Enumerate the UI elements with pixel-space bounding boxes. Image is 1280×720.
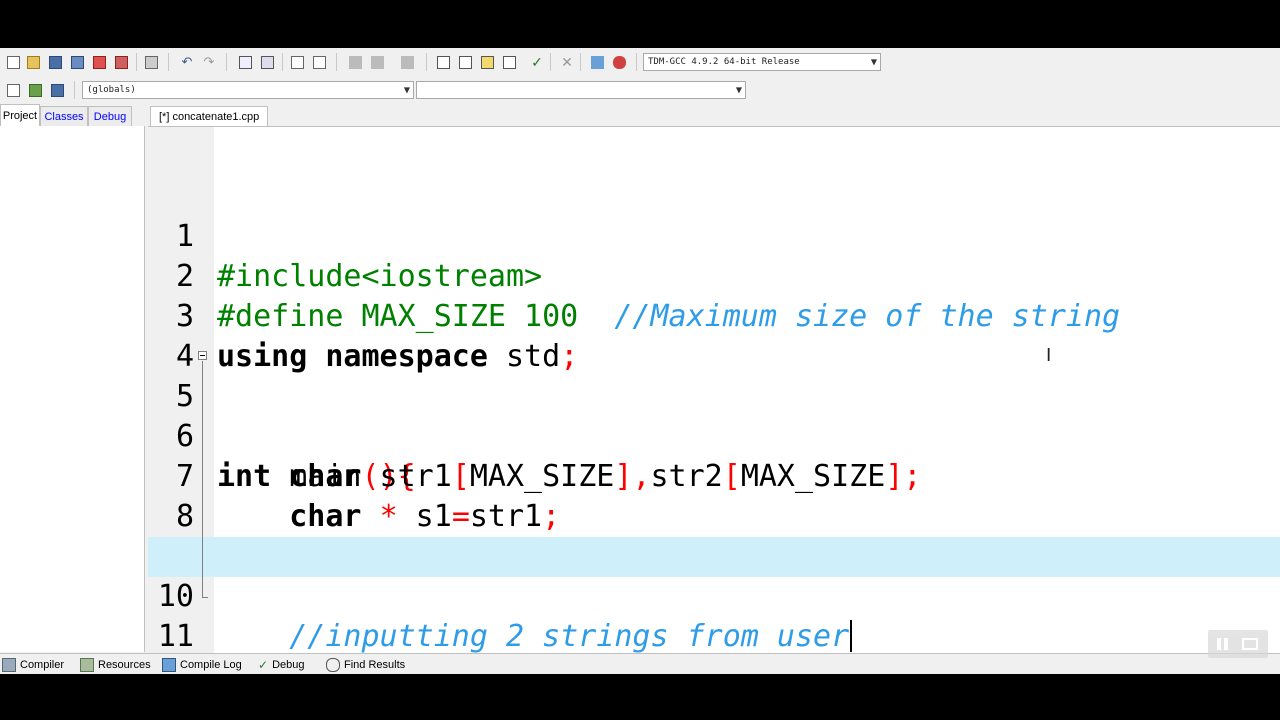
close-all-icon[interactable]: [112, 53, 130, 71]
indent-icon[interactable]: [288, 53, 306, 71]
code-line[interactable]: 9: [148, 497, 1280, 574]
redo-icon[interactable]: ↷: [200, 53, 218, 71]
debug-icon[interactable]: [610, 53, 628, 71]
tab-compile-log[interactable]: Compile Log: [162, 656, 242, 674]
tile-icon[interactable]: [500, 53, 518, 71]
chevron-down-icon: ▼: [403, 85, 410, 95]
tab-label: Debug: [272, 659, 305, 671]
project-tree[interactable]: [0, 126, 145, 652]
line-number: 11: [157, 619, 194, 653]
unindent-icon[interactable]: [310, 53, 328, 71]
secondary-toolbar: (globals) ▼ ▼: [0, 76, 1280, 104]
fullscreen-icon: [1242, 638, 1258, 650]
check-icon: ✓: [258, 658, 269, 672]
search-icon: [326, 658, 340, 672]
text-cursor-icon: I: [1046, 345, 1052, 366]
editor-tabs: [*] concatenate1.cpp: [148, 104, 1280, 126]
grid-icon: [2, 658, 16, 672]
text-caret: [850, 620, 853, 652]
code-line[interactable]: 5 int main(){: [148, 337, 1280, 494]
chart-icon[interactable]: [588, 53, 606, 71]
code-line[interactable]: 2 #define MAX_SIZE 100 //Maximum size of…: [148, 217, 1280, 334]
tab-resources[interactable]: Resources: [80, 656, 151, 674]
tab-debug[interactable]: Debug: [88, 106, 132, 126]
code-area[interactable]: 1 #include<iostream> 2 #define MAX_SIZE …: [148, 127, 1280, 653]
chevron-down-icon: ▼: [735, 85, 742, 95]
save-all-icon[interactable]: [68, 53, 86, 71]
new-project-icon[interactable]: [434, 53, 452, 71]
bottom-tabs: Compiler Resources Compile Log ✓ Debug F…: [0, 653, 1280, 674]
code-editor[interactable]: 1 #include<iostream> 2 #define MAX_SIZE …: [148, 126, 1280, 653]
fold-toggle-icon[interactable]: [198, 351, 207, 360]
code-line[interactable]: 1 #include<iostream>: [148, 177, 1280, 294]
tab-label: Resources: [98, 659, 151, 671]
code-line[interactable]: 7 char * s1=str1;: [148, 417, 1280, 534]
resources-icon: [80, 658, 94, 672]
undo-icon[interactable]: ↶: [178, 53, 196, 71]
code-line[interactable]: 8 char * s2=str2;: [148, 457, 1280, 574]
tab-classes[interactable]: Classes: [40, 106, 88, 126]
current-code-line[interactable]: 10 //inputting 2 strings from user: [148, 537, 1280, 653]
add-to-project-icon[interactable]: [4, 81, 22, 99]
video-overlay-controls[interactable]: [1208, 630, 1268, 658]
tab-debug-output[interactable]: ✓ Debug: [258, 656, 304, 674]
tab-compiler[interactable]: Compiler: [2, 656, 64, 674]
left-panel-tabs: Project Classes Debug: [0, 104, 146, 126]
open-file-icon[interactable]: [24, 53, 42, 71]
save-icon[interactable]: [46, 53, 64, 71]
pause-icon: [1217, 638, 1221, 650]
tab-label: Compiler: [20, 659, 65, 671]
code-line[interactable]: 6 char str1[MAX_SIZE],str2[MAX_SIZE];: [148, 377, 1280, 494]
ide-window: ↶ ↷ ✓ ✕ TDM-GCC 4.9.2 64-bit Release ▼ (…: [0, 48, 1280, 674]
compiler-select[interactable]: TDM-GCC 4.9.2 64-bit Release ▼: [643, 53, 881, 71]
chart-icon: [162, 658, 176, 672]
check-syntax-icon[interactable]: ✓: [528, 53, 546, 71]
toggle-bookmark-icon[interactable]: [346, 53, 364, 71]
scope-select-value: (globals): [87, 85, 136, 95]
compiler-select-value: TDM-GCC 4.9.2 64-bit Release: [648, 57, 800, 67]
project-options-icon[interactable]: [48, 81, 66, 99]
tab-label: Find Results: [344, 659, 406, 671]
fold-guide-end: [202, 597, 208, 598]
code-text: //inputting 2 strings from user: [217, 617, 853, 653]
new-file-icon[interactable]: [4, 53, 22, 71]
close-file-icon[interactable]: [90, 53, 108, 71]
goto-line-icon[interactable]: [398, 53, 416, 71]
fold-guide: [202, 361, 203, 597]
tab-file-concatenate1[interactable]: [*] concatenate1.cpp: [150, 106, 269, 126]
replace-icon[interactable]: [258, 53, 276, 71]
chevron-down-icon: ▼: [870, 57, 877, 67]
code-line[interactable]: 11 }: [148, 577, 1280, 653]
code-line[interactable]: 4: [148, 297, 1280, 374]
window-icon[interactable]: [456, 53, 474, 71]
left-panel: Project Classes Debug: [0, 104, 146, 652]
scope-select[interactable]: (globals) ▼: [82, 81, 414, 99]
pause-icon-bar: [1224, 638, 1228, 650]
code-line[interactable]: 3 using namespace std;: [148, 257, 1280, 374]
main-toolbar: ↶ ↷ ✓ ✕ TDM-GCC 4.9.2 64-bit Release ▼: [0, 48, 1280, 76]
tab-find-results[interactable]: Find Results: [326, 656, 405, 674]
tab-label: Compile Log: [180, 659, 242, 671]
goto-bookmark-icon[interactable]: [368, 53, 386, 71]
function-select[interactable]: ▼: [416, 81, 746, 99]
tab-project[interactable]: Project: [0, 104, 40, 126]
remove-from-project-icon[interactable]: [26, 81, 44, 99]
class-icon[interactable]: [478, 53, 496, 71]
stop-icon[interactable]: ✕: [558, 53, 576, 71]
print-icon[interactable]: [142, 53, 160, 71]
find-icon[interactable]: [236, 53, 254, 71]
